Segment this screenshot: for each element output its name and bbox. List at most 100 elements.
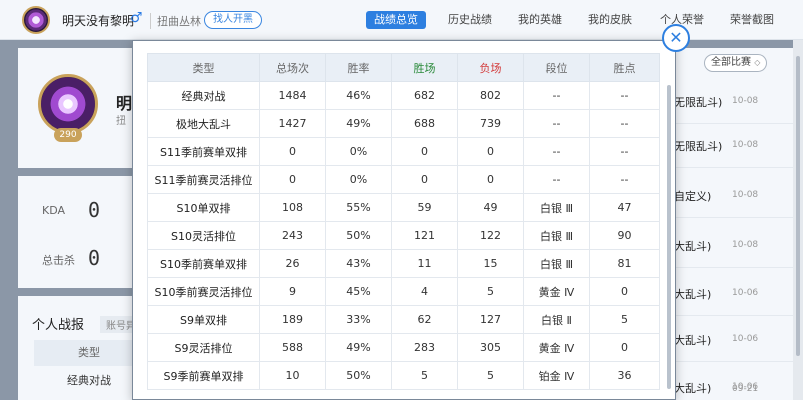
table-header-row: 类型 总场次 胜率 胜场 负场 段位 胜点: [147, 53, 660, 82]
match-row[interactable]: 大乱斗) 10-06: [668, 318, 803, 362]
cell-win-rate: 43%: [325, 249, 392, 278]
table-row: 经典对战 1484 46% 682 802 -- --: [147, 81, 660, 110]
cell-total-games: 0: [259, 165, 326, 194]
tab-honor-screenshots[interactable]: 荣誉截图: [730, 11, 774, 29]
cell-wins: 62: [391, 305, 458, 334]
tab-heroes[interactable]: 我的英雄: [518, 11, 562, 29]
cell-total-games: 0: [259, 137, 326, 166]
find-teammates-button[interactable]: 找人开黑: [204, 11, 262, 29]
profile-avatar: [38, 74, 98, 134]
match-row[interactable]: 大乱斗) 10-06: [668, 272, 803, 316]
cell-wins: 59: [391, 193, 458, 222]
popup-scrollbar-thumb[interactable]: [667, 85, 671, 389]
cell-league-points: 81: [589, 249, 660, 278]
profile-subtitle: 扭: [116, 116, 126, 127]
close-popup-button[interactable]: ✕: [662, 24, 690, 52]
report-table-row: 经典对战: [67, 374, 111, 387]
cell-type: S10季前赛单双排: [147, 249, 260, 278]
cell-league-points: 0: [589, 333, 660, 362]
cell-type: S11季前赛单双排: [147, 137, 260, 166]
close-icon: ✕: [669, 28, 683, 47]
total-kills-label: 总击杀: [42, 254, 75, 267]
cell-league-points: 0: [589, 277, 660, 306]
cell-league-points: 90: [589, 221, 660, 250]
cell-losses: 802: [457, 81, 524, 110]
match-row[interactable]: 大乱斗) 10-06: [668, 366, 803, 400]
all-matches-filter-button[interactable]: 全部比赛 ◇: [704, 54, 768, 72]
cell-type: S10单双排: [147, 193, 260, 222]
cell-wins: 4: [391, 277, 458, 306]
table-row: S9季前赛单双排 10 50% 5 5 铂金 Ⅳ 36: [147, 361, 660, 390]
tab-history[interactable]: 历史战绩: [448, 11, 492, 29]
season-stats-table: 类型 总场次 胜率 胜场 负场 段位 胜点 经典对战 1484 46% 682 802-…: [147, 53, 660, 390]
cell-type: S10季前赛灵活排位: [147, 277, 260, 306]
match-mode: 无限乱斗): [674, 140, 723, 153]
match-mode: 大乱斗): [674, 382, 712, 395]
personal-report-card: 个人战报 账号异 类型 经典对战: [18, 296, 144, 400]
cell-losses: 5: [457, 361, 524, 390]
cell-league-points: --: [589, 81, 660, 110]
match-mode: 自定义): [674, 190, 712, 203]
tab-skins[interactable]: 我的皮肤: [588, 11, 632, 29]
match-row[interactable]: 大乱斗) 10-08: [668, 224, 803, 268]
table-row: S11季前赛单双排 0 0% 0 0 -- --: [147, 137, 660, 166]
match-date: 10-06: [732, 334, 759, 344]
cell-wins: 688: [391, 109, 458, 138]
cell-league-points: 47: [589, 193, 660, 222]
tab-overview[interactable]: 战绩总览: [366, 11, 426, 29]
cell-losses: 49: [457, 193, 524, 222]
cell-total-games: 588: [259, 333, 326, 362]
cell-rank: 白银 Ⅱ: [523, 305, 590, 334]
cell-rank: 铂金 Ⅳ: [523, 361, 590, 390]
match-row[interactable]: 自定义) 10-08: [668, 174, 803, 218]
level-badge: 290: [54, 128, 82, 142]
cell-wins: 5: [391, 361, 458, 390]
cell-rank: --: [523, 109, 590, 138]
kda-value: 0: [88, 198, 101, 222]
cell-rank: 白银 Ⅲ: [523, 249, 590, 278]
cell-type: S10灵活排位: [147, 221, 260, 250]
cell-losses: 122: [457, 221, 524, 250]
cell-win-rate: 33%: [325, 305, 392, 334]
cell-losses: 0: [457, 137, 524, 166]
table-row: S9灵活排位 588 49% 283 305 黄金 Ⅳ0: [147, 333, 660, 362]
cell-wins: 121: [391, 221, 458, 250]
col-type: 类型: [147, 53, 260, 82]
match-date: 10-06: [732, 288, 759, 298]
season-stats-popup: 类型 总场次 胜率 胜场 负场 段位 胜点 经典对战 1484 46% 682 802-…: [132, 40, 676, 400]
page-scrollbar-thumb[interactable]: [796, 56, 800, 356]
personal-report-title: 个人战报: [32, 318, 85, 333]
cell-win-rate: 55%: [325, 193, 392, 222]
match-row[interactable]: 无限乱斗) 10-08: [668, 80, 803, 124]
cell-losses: 5: [457, 277, 524, 306]
cell-total-games: 26: [259, 249, 326, 278]
cell-win-rate: 0%: [325, 165, 392, 194]
cell-win-rate: 50%: [325, 361, 392, 390]
match-date: 10-08: [732, 140, 759, 150]
col-total-games: 总场次: [259, 53, 326, 82]
match-mode: 无限乱斗): [674, 96, 723, 109]
cell-total-games: 108: [259, 193, 326, 222]
match-date: 10-08: [732, 190, 759, 200]
col-losses: 负场: [457, 53, 524, 82]
cell-win-rate: 45%: [325, 277, 392, 306]
cell-rank: 白银 Ⅲ: [523, 193, 590, 222]
match-row[interactable]: 无限乱斗) 10-08: [668, 124, 803, 168]
match-mode: 大乱斗): [674, 288, 712, 301]
col-wins: 胜场: [391, 53, 458, 82]
match-mode: 大乱斗): [674, 240, 712, 253]
table-row: S10单双排 108 55% 59 49 白银 Ⅲ 47: [147, 193, 660, 222]
header-avatar[interactable]: [22, 6, 50, 34]
cell-total-games: 9: [259, 277, 326, 306]
cell-losses: 15: [457, 249, 524, 278]
player-name: 明天没有黎明: [62, 14, 135, 28]
cell-league-points: 36: [589, 361, 660, 390]
table-row: S9单双排 189 33% 62 127 白银 Ⅱ5: [147, 305, 660, 334]
total-kills-value: 0: [88, 246, 101, 270]
col-rank: 段位: [523, 53, 590, 82]
match-date: 10-08: [732, 240, 759, 250]
cell-rank: --: [523, 137, 590, 166]
cell-rank: 黄金 Ⅳ: [523, 277, 590, 306]
cell-type: 经典对战: [147, 81, 260, 110]
cell-total-games: 1427: [259, 109, 326, 138]
